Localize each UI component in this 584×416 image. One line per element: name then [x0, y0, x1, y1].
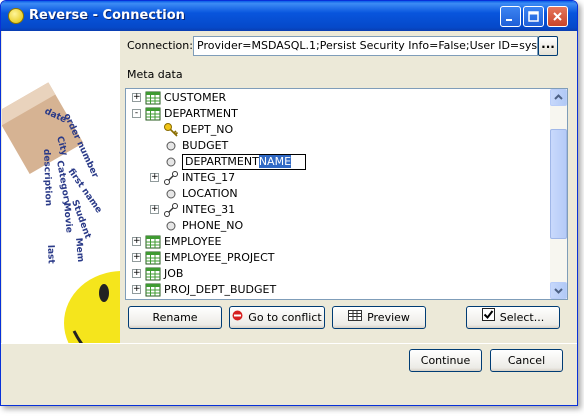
preview-button[interactable]: Preview — [332, 306, 426, 329]
decor-word: Category — [54, 160, 72, 207]
connection-string-field[interactable]: Provider=MSDASQL.1;Persist Security Info… — [193, 36, 538, 56]
tree-node[interactable]: + CUSTOMER — [126, 90, 546, 106]
tree-node-label: DEPARTMENT — [164, 107, 238, 120]
tree-node[interactable]: + INTEG_17 — [126, 170, 546, 186]
go-to-conflict-label: Go to conflict — [248, 311, 322, 324]
cancel-label: Cancel — [507, 354, 546, 367]
table-icon — [145, 106, 161, 122]
decor-word: Mem — [73, 237, 85, 262]
chevron-down-icon — [554, 288, 563, 294]
scroll-thumb[interactable] — [550, 129, 567, 239]
minimize-icon — [506, 19, 512, 21]
column-icon — [163, 218, 179, 234]
cancel-button[interactable]: Cancel — [490, 349, 563, 372]
scroll-up-button[interactable] — [550, 89, 567, 106]
decor-word: last — [45, 245, 56, 265]
chevron-up-icon — [554, 94, 563, 100]
relation-icon — [163, 170, 179, 186]
tree-node[interactable]: + JOB — [126, 266, 546, 282]
continue-label: Continue — [420, 354, 471, 367]
collapse-toggle[interactable]: - — [132, 109, 141, 118]
table-icon — [145, 250, 161, 266]
preview-label: Preview — [367, 311, 410, 324]
select-label: Select... — [499, 311, 545, 324]
table-icon — [145, 234, 161, 250]
close-icon — [553, 12, 562, 21]
expand-toggle[interactable]: + — [132, 269, 141, 278]
decorative-banner: date order number first name City Studen… — [2, 31, 120, 343]
maximize-button[interactable] — [523, 6, 544, 27]
metadata-tree[interactable]: + CUSTOMER - DEPARTMENT DEPT_NO BUDGET DEPARTM… — [125, 88, 568, 300]
vertical-scrollbar[interactable] — [550, 89, 567, 299]
table-icon — [145, 266, 161, 282]
tree-node-label: PHONE_NO — [182, 219, 244, 232]
tree-node[interactable]: + PROJ_DEPT_BUDGET — [126, 282, 546, 298]
rename-button-label: Rename — [152, 311, 198, 324]
meta-data-label: Meta data — [127, 68, 183, 81]
decor-word: description — [41, 149, 53, 207]
reverse-connection-window: Reverse - Connection date order number f… — [0, 0, 578, 406]
tree-node-label: JOB — [164, 267, 184, 280]
dialog-footer: Continue Cancel — [1, 343, 577, 405]
tree-node[interactable]: + EMPLOYEE — [126, 234, 546, 250]
tree-node[interactable]: DEPT_NO — [126, 122, 546, 138]
column-icon — [163, 154, 179, 170]
tree-node[interactable]: LOCATION — [126, 186, 546, 202]
tree-node[interactable]: BUDGET — [126, 138, 546, 154]
tree-node-label: PROJ_DEPT_BUDGET — [164, 283, 277, 296]
table-icon — [145, 282, 161, 298]
expand-toggle[interactable]: + — [150, 173, 159, 182]
tree-node-label: EMPLOYEE_PROJECT — [164, 251, 275, 264]
tree-node[interactable]: + INTEG_31 — [126, 202, 546, 218]
tree-node[interactable]: + EMPLOYEE_PROJECT — [126, 250, 546, 266]
expand-toggle[interactable]: + — [132, 285, 141, 294]
banner-illustration: date order number first name City Studen… — [2, 82, 120, 343]
no-entry-icon — [232, 307, 243, 328]
tree-node-label: INTEG_31 — [182, 203, 236, 216]
scroll-down-button[interactable] — [550, 282, 567, 299]
select-button[interactable]: Select... — [466, 306, 560, 329]
column-icon — [163, 138, 179, 154]
table-icon — [145, 90, 161, 106]
rename-button[interactable]: Rename — [128, 306, 222, 329]
expand-toggle[interactable]: + — [150, 205, 159, 214]
key-icon — [163, 122, 179, 138]
expand-toggle[interactable]: + — [132, 237, 141, 246]
edit-selection: NAME — [258, 155, 292, 168]
connection-browse-button[interactable]: ... — [538, 36, 558, 56]
close-button[interactable] — [547, 6, 568, 27]
decor-word: Movie — [61, 202, 74, 233]
tree-node[interactable]: DEPARTMENTNAME — [126, 154, 546, 170]
tree-node-label: INTEG_17 — [182, 171, 236, 184]
title-bar[interactable]: Reverse - Connection — [1, 1, 577, 31]
rename-edit-field[interactable]: DEPARTMENTNAME — [182, 154, 307, 170]
tree-node-label: CUSTOMER — [164, 91, 227, 104]
tree-node-label: DEPT_NO — [182, 123, 234, 136]
grid-icon — [348, 307, 363, 328]
maximize-icon — [528, 11, 539, 22]
tree-node-label: LOCATION — [182, 187, 238, 200]
continue-button[interactable]: Continue — [409, 349, 482, 372]
relation-icon — [163, 202, 179, 218]
minimize-button[interactable] — [500, 6, 521, 27]
window-title: Reverse - Connection — [29, 8, 185, 23]
expand-toggle[interactable]: + — [132, 93, 141, 102]
tree-node[interactable]: PHONE_NO — [126, 218, 546, 234]
tree-node-label: BUDGET — [182, 139, 229, 152]
tree-node[interactable]: - DEPARTMENT — [126, 106, 546, 122]
column-icon — [163, 186, 179, 202]
tree-node-label: EMPLOYEE — [164, 235, 222, 248]
smiley-icon — [8, 8, 24, 24]
checkbox-icon — [481, 307, 495, 328]
connection-label: Connection: — [127, 39, 193, 52]
edit-text: DEPARTMENT — [185, 155, 259, 168]
content-panel: Connection: Provider=MSDASQL.1;Persist S… — [120, 31, 577, 343]
go-to-conflict-button[interactable]: Go to conflict — [229, 306, 325, 329]
expand-toggle[interactable]: + — [132, 253, 141, 262]
smiley-face — [64, 271, 120, 343]
